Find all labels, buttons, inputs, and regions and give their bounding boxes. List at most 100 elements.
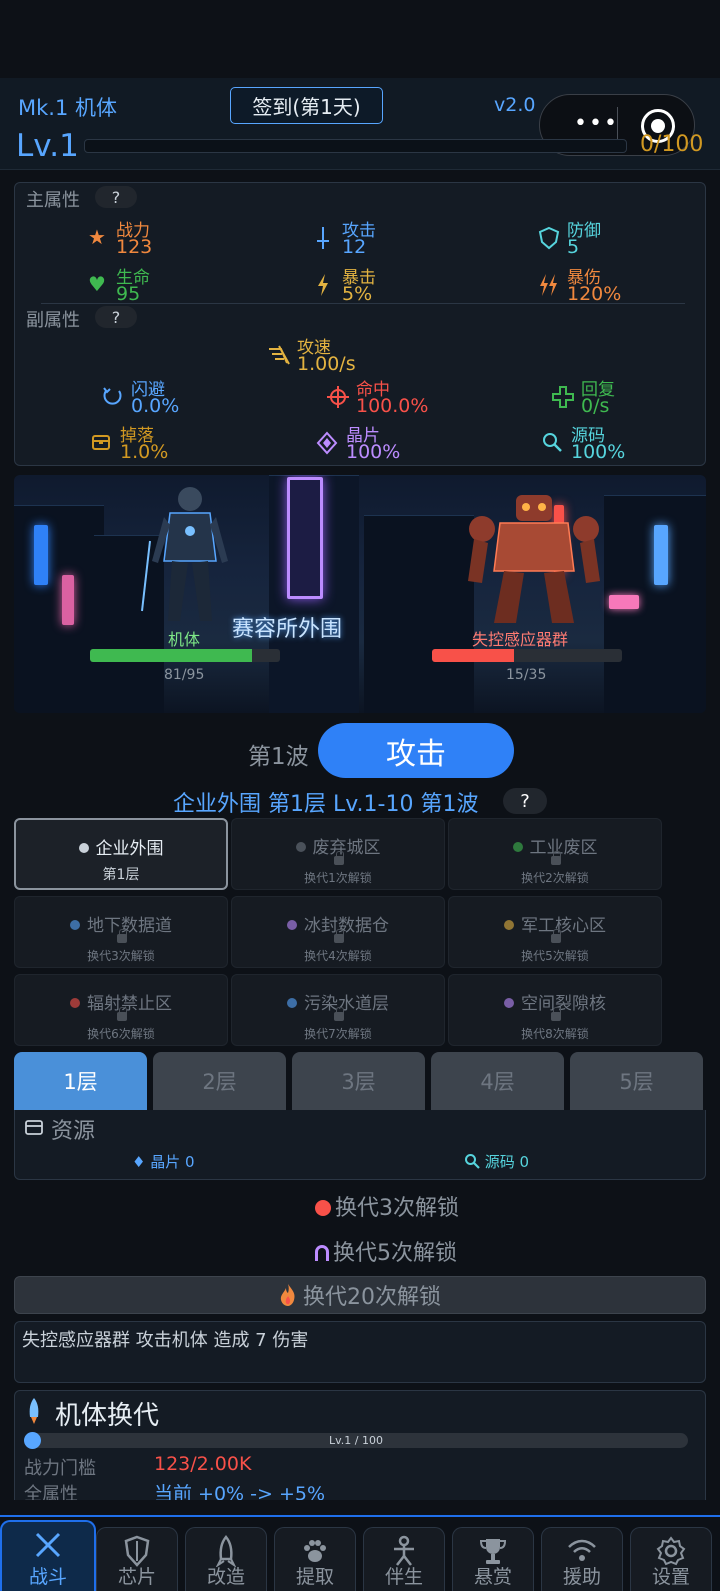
player-mech-sprite: [141, 487, 228, 621]
tab-battle[interactable]: 战斗: [0, 1520, 96, 1591]
zone-card[interactable]: 工业废区 换代2次解锁: [448, 818, 662, 890]
threshold-value: 123/2.00K: [154, 1453, 252, 1475]
heart-icon: ♥: [88, 272, 106, 296]
stats-divider: [41, 303, 685, 304]
stat-value: 100%: [571, 441, 626, 463]
stats-panel: 主属性 ? ★ 战力 123 攻击 12 防御 5 ♥ 生命 95 暴击 5%: [14, 182, 706, 466]
dodge-icon: [101, 385, 123, 407]
player-hp-fill: [90, 649, 253, 662]
xp-text: 0/100: [640, 132, 704, 157]
enemy-hp-text: 15/35: [506, 667, 547, 683]
tab-chip[interactable]: 芯片: [96, 1527, 178, 1591]
zone-card[interactable]: 辐射禁止区换代6次解锁: [14, 974, 228, 1046]
crosshair-icon: [326, 385, 349, 408]
star-icon: ★: [88, 225, 106, 249]
zone-dot: [295, 842, 306, 852]
enemy-sensor-sprite: [468, 495, 600, 623]
stat-value: 5: [567, 236, 580, 258]
zone-card[interactable]: 污染水道层换代7次解锁: [231, 974, 445, 1046]
tab-label: 悬赏: [473, 1566, 512, 1588]
zone-sub: 换代4次解锁: [304, 949, 372, 963]
unlock-3-text: 换代3次解锁: [335, 1196, 459, 1221]
zone-card[interactable]: 冰封数据仓换代4次解锁: [231, 896, 445, 968]
zone-card[interactable]: 空间裂隙核 换代8次解锁: [448, 974, 662, 1046]
zone-dot: [504, 998, 514, 1008]
zone-card[interactable]: 废弃城区 换代1次解锁: [231, 818, 445, 890]
level-label: Lv.1: [16, 128, 79, 164]
floor-tab[interactable]: 4层: [431, 1052, 564, 1110]
crossed-swords-icon: [2, 1527, 94, 1563]
search-icon: [465, 1154, 480, 1169]
robot-icon: [315, 1200, 331, 1216]
sword-icon: [312, 226, 334, 249]
zone-card[interactable]: 企业外围 第1层: [14, 818, 228, 890]
tab-settings[interactable]: 设置: [630, 1527, 712, 1591]
zone-sub: 换代7次解锁: [304, 1027, 372, 1041]
zone-dot: [504, 920, 514, 930]
area-help-button[interactable]: ?: [503, 788, 547, 814]
tab-label: 援助: [562, 1566, 601, 1588]
mech-title: Mk.1 机体: [18, 96, 117, 120]
player-hp-text: 81/95: [164, 667, 205, 683]
attr-label: 全属性: [24, 1484, 78, 1500]
main-stats-help-button[interactable]: ?: [95, 186, 137, 208]
wave-label: 第1波: [248, 744, 309, 770]
stat-value: 0.0%: [131, 395, 180, 417]
zone-sub: 换代6次解锁: [87, 1027, 155, 1041]
main-stats-label: 主属性: [26, 190, 80, 211]
lock-icon: [334, 851, 344, 865]
player-name: 机体: [168, 630, 201, 649]
tab-companion[interactable]: 伴生: [363, 1527, 445, 1591]
tab-bounty[interactable]: 悬赏: [452, 1527, 534, 1591]
flame-icon: [280, 1284, 295, 1306]
version-label: v2.0: [494, 94, 536, 116]
shield-icon: [537, 226, 560, 250]
stat-value: 95: [116, 283, 141, 305]
neon-sign: [34, 525, 48, 585]
floor-tab[interactable]: 1层: [14, 1052, 147, 1110]
lock-icon: [117, 929, 127, 943]
zone-name-text: 军工核心区: [521, 916, 606, 936]
zone-card[interactable]: 地下数据道 换代3次解锁: [14, 896, 228, 968]
sub-stats-label: 副属性: [26, 310, 80, 331]
stat-value: 120%: [567, 283, 622, 305]
more-icon[interactable]: •••: [574, 113, 619, 135]
chest-icon: [90, 431, 112, 453]
tab-assist[interactable]: 援助: [541, 1527, 623, 1591]
lock-icon: [334, 929, 344, 943]
stat-value: 1.0%: [120, 441, 169, 463]
sub-stats-help-button[interactable]: ?: [95, 306, 137, 328]
attack-button[interactable]: 攻击: [318, 723, 514, 778]
checkin-button[interactable]: 签到(第1天): [230, 87, 383, 124]
unlock-5-text: 换代5次解锁: [333, 1241, 457, 1266]
building: [364, 515, 474, 713]
floor-tab[interactable]: 3层: [292, 1052, 425, 1110]
floor-tab[interactable]: 5层: [570, 1052, 703, 1110]
tab-label: 设置: [651, 1566, 690, 1588]
zone-name-text: 地下数据道: [87, 916, 172, 936]
zone-dot: [70, 998, 80, 1008]
zone-card[interactable]: 军工核心区 换代5次解锁: [448, 896, 662, 968]
tab-label: 改造: [206, 1566, 245, 1588]
stat-value: 100.0%: [356, 395, 429, 417]
zone-name-text: 污染水道层: [304, 994, 389, 1014]
tab-extract[interactable]: 提取: [274, 1527, 356, 1591]
zone-name: 企业外围: [16, 834, 226, 859]
resource-chip-text: 晶片 0: [150, 1153, 195, 1171]
enemy-hp-fill: [432, 649, 514, 662]
resources-panel: 资源 ♦ 晶片 0 源码 0: [14, 1110, 706, 1180]
bottom-tab-bar: 战斗 芯片 改造 提取 伴生 悬赏 援助 设置: [0, 1515, 720, 1591]
zone-name-text: 空间裂隙核: [521, 994, 606, 1014]
resources-title: 资源: [51, 1119, 96, 1144]
zone-dot: [287, 920, 297, 930]
bolt-icon: [312, 273, 334, 296]
zone-name-text: 辐射禁止区: [87, 994, 172, 1014]
evolution-bar: Lv.1 / 100: [24, 1432, 688, 1449]
zone-dot: [78, 843, 89, 853]
chest-icon: [25, 1120, 43, 1135]
evolution-title: 机体换代: [55, 1401, 160, 1431]
tab-modify[interactable]: 改造: [185, 1527, 267, 1591]
floor-tab[interactable]: 2层: [153, 1052, 286, 1110]
stat-value: 0/s: [581, 395, 610, 417]
zone-name-text: 冰封数据仓: [304, 916, 389, 936]
